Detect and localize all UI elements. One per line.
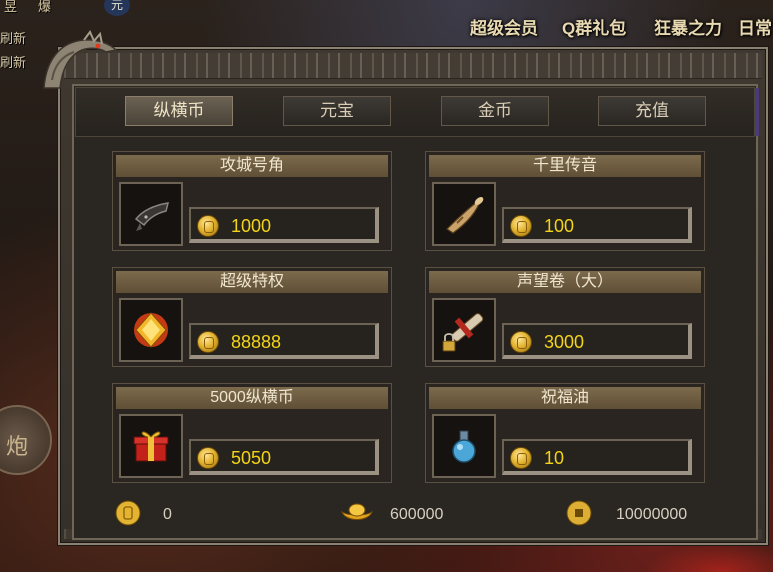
balance-value: 0 [163, 506, 172, 523]
item-name: 千里传音 [429, 155, 701, 177]
siege-horn-icon[interactable] [119, 182, 183, 246]
item-card[interactable]: 千里传音 100 [425, 151, 705, 251]
balance-value: 10000000 [616, 506, 688, 523]
blessing-oil-icon[interactable] [432, 414, 496, 478]
item-price: 10 [544, 448, 565, 468]
refresh-label[interactable]: 刷新 [0, 28, 26, 47]
decor-red-glow [643, 542, 773, 572]
zongheng-coin-icon [510, 331, 532, 353]
refresh-label[interactable]: 刷新 [0, 52, 26, 71]
tab-recharge[interactable]: 充值 [598, 96, 706, 126]
item-name: 祝福油 [429, 387, 701, 409]
tab-yuanbao[interactable]: 元宝 [283, 96, 391, 126]
item-price: 1000 [231, 216, 272, 236]
zongheng-coin-icon [197, 215, 219, 237]
tab-zongheng-coin[interactable]: 纵横币 [125, 96, 233, 126]
menu-super-vip[interactable]: 超级会员 [470, 14, 538, 39]
top-left-text: 昱 [4, 0, 18, 14]
item-name: 5000纵横币 [116, 387, 388, 409]
gold-gem-icon[interactable] [119, 298, 183, 362]
item-name: 攻城号角 [116, 155, 388, 177]
gift-box-icon[interactable] [119, 414, 183, 478]
menu-daily[interactable]: 日常 [738, 14, 772, 39]
item-name: 声望卷（大） [429, 271, 701, 293]
side-button-label: 炮 [6, 434, 29, 459]
menu-qq-group-gift[interactable]: Q群礼包 [562, 14, 626, 39]
price-box: 5050 [189, 439, 379, 475]
zongheng-coin-icon [115, 500, 141, 526]
item-card[interactable]: 5000纵横币 5050 [112, 383, 392, 483]
gold-coin-icon [566, 500, 592, 526]
item-name: 超级特权 [116, 271, 388, 293]
item-card[interactable]: 超级特权 88888 [112, 267, 392, 367]
tab-gold[interactable]: 金币 [441, 96, 549, 126]
menu-berserk-power[interactable]: 狂暴之力 [654, 14, 722, 39]
item-card[interactable]: 攻城号角 1000 [112, 151, 392, 251]
zongheng-coin-icon [197, 447, 219, 469]
horn-icon[interactable] [432, 182, 496, 246]
yuanbao-ingot-icon [340, 500, 374, 526]
top-left-text: 爆 [38, 0, 52, 14]
price-box: 88888 [189, 323, 379, 359]
dragon-ornament-icon [43, 30, 118, 89]
item-price: 100 [544, 216, 575, 236]
price-box: 3000 [502, 323, 692, 359]
price-box: 1000 [189, 207, 379, 243]
panel-ornament-top [64, 53, 762, 79]
locked-scroll-icon[interactable] [432, 298, 496, 362]
item-price: 3000 [544, 332, 585, 352]
price-box: 100 [502, 207, 692, 243]
balance-value: 600000 [390, 506, 444, 523]
item-price: 88888 [231, 332, 282, 352]
zongheng-coin-icon [510, 215, 532, 237]
item-price: 5050 [231, 448, 272, 468]
zongheng-coin-icon [197, 331, 219, 353]
item-card[interactable]: 声望卷（大） 3000 [425, 267, 705, 367]
zongheng-coin-icon [510, 447, 532, 469]
badge-icon: 元 [104, 0, 130, 16]
price-box: 10 [502, 439, 692, 475]
tab-bar-edge [755, 88, 759, 136]
item-card[interactable]: 祝福油 10 [425, 383, 705, 483]
